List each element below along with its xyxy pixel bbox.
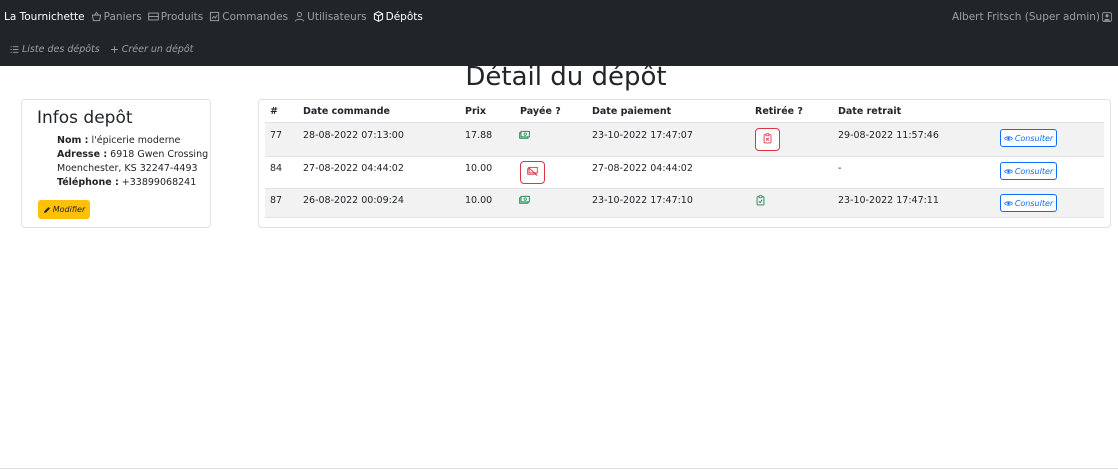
consult-button[interactable]: Consulter <box>1000 162 1057 180</box>
nav-item-commandes[interactable]: Commandes <box>209 11 288 23</box>
user-square-icon <box>1102 11 1112 22</box>
products-icon <box>147 11 159 22</box>
nav-item-label: Utilisateurs <box>307 10 367 23</box>
address-label: Adresse : <box>57 149 108 160</box>
nav-item-paniers[interactable]: Paniers <box>91 11 142 23</box>
nav-item-label: Paniers <box>103 10 142 23</box>
paid-cash-icon <box>519 130 530 141</box>
clipboard-check-icon <box>755 195 766 206</box>
depot-info-title: Infos depôt <box>37 108 133 128</box>
cell-prix: 17.88 <box>465 130 493 141</box>
nav-item-label: Commandes <box>222 10 289 23</box>
cell-date-paiement: 23-10-2022 17:47:10 <box>592 195 693 206</box>
list-depots-label: Liste des dépôts <box>22 44 100 55</box>
nav-item-depots[interactable]: Dépôts <box>373 11 423 23</box>
name-label: Nom : <box>57 135 89 146</box>
cell-id: 87 <box>270 195 283 206</box>
header-date-paiement: Date paiement <box>592 106 672 117</box>
user-icon <box>294 11 305 22</box>
consult-label: Consulter <box>1014 166 1054 176</box>
main-nav: La Tournichette Paniers Produits Command… <box>0 0 1118 33</box>
basket-icon <box>91 11 102 22</box>
header-payee: Payée ? <box>520 106 561 117</box>
cell-prix: 10.00 <box>465 195 493 206</box>
cell-id: 84 <box>270 163 283 174</box>
depot-phone-line: Téléphone : +33899068241 <box>57 176 208 190</box>
depot-name-line: Nom : l'épicerie moderne <box>57 134 208 148</box>
cell-date-retrait: - <box>838 163 842 174</box>
user-menu[interactable]: Albert Fritsch (Super admin) <box>952 0 1112 33</box>
cell-date-commande: 28-08-2022 07:13:00 <box>303 130 404 141</box>
plus-icon <box>110 45 119 54</box>
cell-prix: 10.00 <box>465 163 493 174</box>
list-icon <box>10 45 19 54</box>
create-depot-label: Créer un dépôt <box>121 44 194 55</box>
pencil-icon <box>43 206 51 214</box>
cell-id: 77 <box>270 130 283 141</box>
cell-date-commande: 27-08-2022 04:44:02 <box>303 163 404 174</box>
depot-info-details: Nom : l'épicerie moderne Adresse : 6918 … <box>57 134 208 190</box>
phone-value: +33899068241 <box>121 177 197 188</box>
paid-cash-icon <box>519 195 530 206</box>
header-retiree: Retirée ? <box>755 106 803 117</box>
edit-depot-button[interactable]: Modifier <box>38 200 90 219</box>
header-date-commande: Date commande <box>303 106 390 117</box>
header-date-retrait: Date retrait <box>838 106 902 117</box>
name-value: l'épicerie moderne <box>91 135 181 146</box>
footer-divider <box>0 468 1118 469</box>
box-icon <box>373 11 384 22</box>
orders-icon <box>209 11 220 22</box>
address-line1: 6918 Gwen Crossing <box>110 149 209 160</box>
clipboard-x-icon <box>762 132 773 147</box>
consult-button[interactable]: Consulter <box>1000 129 1057 147</box>
cell-date-paiement: 27-08-2022 04:44:02 <box>592 163 693 174</box>
nav-item-produits[interactable]: Produits <box>147 10 204 23</box>
user-name: Albert Fritsch (Super admin) <box>951 10 1100 23</box>
header-prix: Prix <box>465 106 487 117</box>
row-divider <box>265 156 1104 157</box>
list-depots-link[interactable]: Liste des dépôts <box>10 44 100 55</box>
eye-icon <box>1003 167 1013 176</box>
consult-label: Consulter <box>1014 198 1054 208</box>
eye-icon <box>1003 199 1013 208</box>
mark-withdrawn-button[interactable] <box>755 128 780 151</box>
consult-label: Consulter <box>1014 133 1054 143</box>
cell-date-commande: 26-08-2022 00:09:24 <box>303 195 404 206</box>
mark-paid-button[interactable] <box>520 161 545 184</box>
unpaid-cash-icon <box>527 166 538 180</box>
create-depot-link[interactable]: Créer un dépôt <box>110 44 194 55</box>
cell-date-paiement: 23-10-2022 17:47:07 <box>592 130 693 141</box>
address-line2: Moenchester, KS 32247-4493 <box>57 163 198 174</box>
cell-date-retrait: 29-08-2022 11:57:46 <box>838 130 939 141</box>
header-id: # <box>270 106 278 117</box>
nav-item-label: Produits <box>160 10 204 23</box>
page-title: Détail du dépôt <box>465 62 667 92</box>
brand-link[interactable]: La Tournichette <box>4 11 85 23</box>
row-divider <box>265 217 1104 218</box>
phone-label: Téléphone : <box>57 177 119 188</box>
eye-icon <box>1003 134 1013 143</box>
depot-address-line: Adresse : 6918 Gwen Crossing <box>57 148 208 162</box>
cell-date-retrait: 23-10-2022 17:47:11 <box>838 195 939 206</box>
edit-depot-label: Modifier <box>52 205 86 214</box>
nav-item-utilisateurs[interactable]: Utilisateurs <box>294 10 367 23</box>
nav-item-label: Dépôts <box>385 10 423 23</box>
consult-button[interactable]: Consulter <box>1000 194 1057 212</box>
